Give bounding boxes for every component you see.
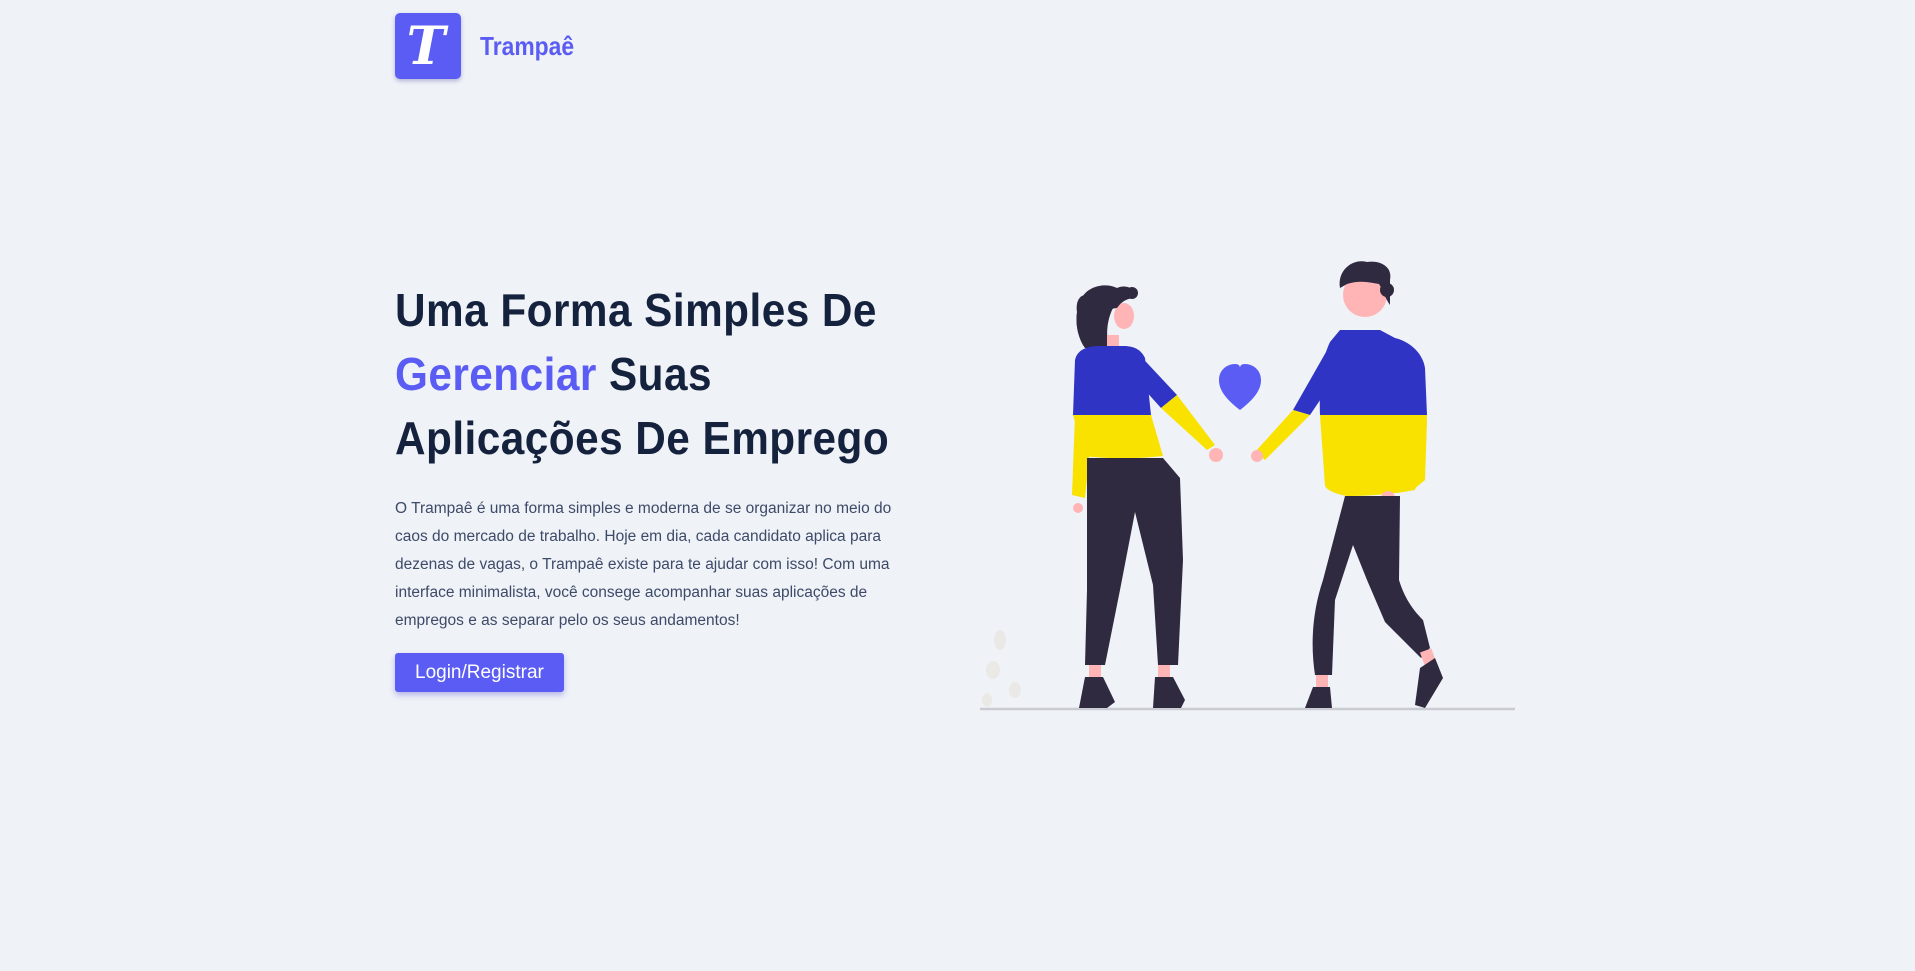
logo-letter: T <box>406 16 446 77</box>
heart-icon <box>1219 364 1261 410</box>
logo[interactable]: T <box>395 13 461 79</box>
hero-headline: Uma Forma Simples De Gerenciar Suas Apli… <box>395 278 892 470</box>
couple-illustration <box>975 250 1520 720</box>
couple-illustration-svg <box>980 261 1515 711</box>
login-register-button[interactable]: Login/Registrar <box>395 653 564 692</box>
woman-figure <box>1072 285 1223 708</box>
headline-accent-word: Gerenciar <box>395 348 597 400</box>
hero-section: Uma Forma Simples De Gerenciar Suas Apli… <box>395 278 935 692</box>
faint-plant-decoration <box>982 630 1021 707</box>
site-header: T Trampaê <box>395 13 587 79</box>
headline-line-3: Aplicações De Emprego <box>395 412 890 464</box>
hero-description: O Trampaê é uma forma simples e moderna … <box>395 500 892 629</box>
brand-name[interactable]: Trampaê <box>480 31 574 62</box>
headline-line-2-rest: Suas <box>596 348 712 400</box>
man-figure <box>1251 261 1443 708</box>
headline-line-1: Uma Forma Simples De <box>395 284 877 336</box>
